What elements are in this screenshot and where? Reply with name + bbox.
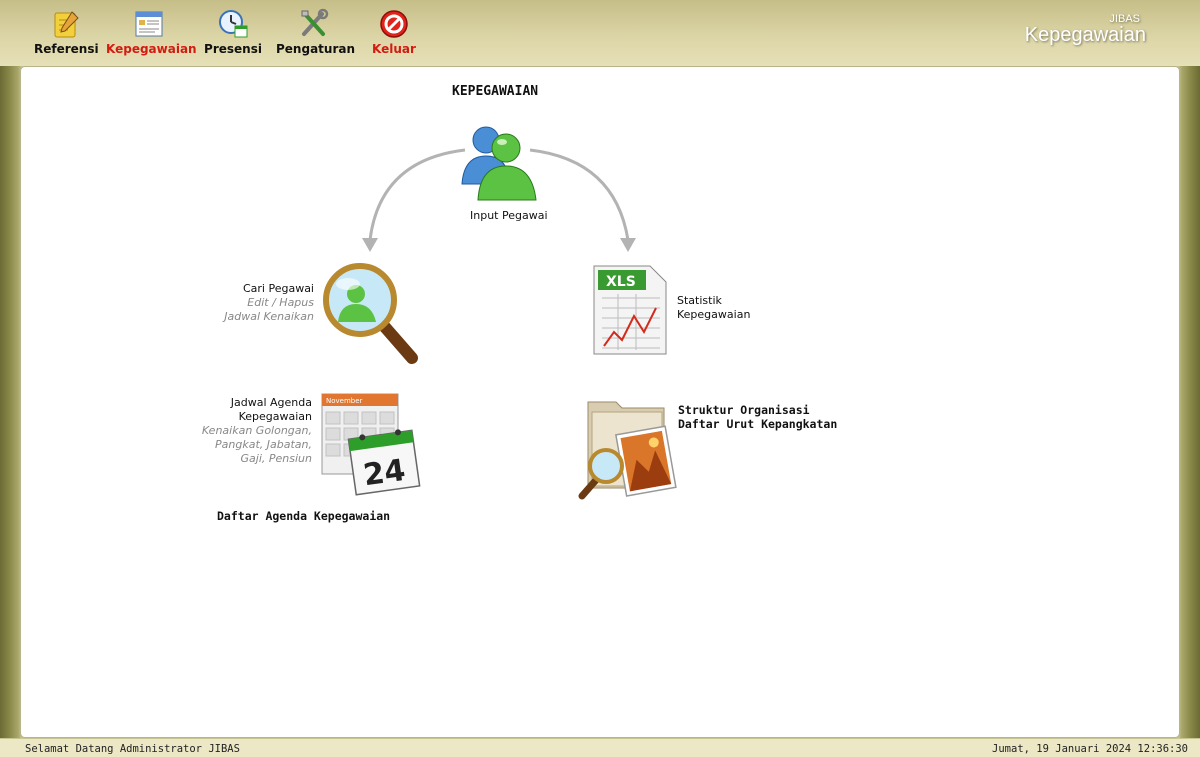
clock-calendar-icon — [219, 10, 248, 38]
input-pegawai-label: Input Pegawai — [470, 209, 548, 222]
nav-keluar[interactable]: Keluar — [368, 8, 420, 56]
search-magnifier-icon[interactable] — [318, 260, 422, 370]
notepad-pencil-icon — [54, 11, 79, 38]
jadwal-sub2: Pangkat, Jabatan, — [215, 438, 312, 451]
daftar-agenda-link[interactable]: Daftar Agenda Kepegawaian — [217, 509, 390, 523]
input-pegawai-link[interactable]: Input Pegawai — [456, 120, 548, 230]
datetime-text: Jumat, 19 Januari 2024 12:36:30 — [992, 743, 1188, 755]
app-brand: JIBAS Kepegawaian — [1024, 13, 1146, 47]
nav-kepegawaian[interactable]: Kepegawaian — [106, 8, 197, 56]
users-icon — [461, 126, 537, 201]
status-bar: Selamat Datang Administrator JIBAS Jumat… — [0, 738, 1200, 757]
welcome-text: Selamat Datang Administrator JIBAS — [25, 743, 240, 755]
struktur-line2: Daftar Urut Kepangkatan — [678, 417, 838, 431]
cari-pegawai-sub1: Edit / Hapus — [247, 296, 314, 309]
cari-pegawai-title[interactable]: Cari Pegawai — [224, 282, 314, 296]
struktur-text[interactable]: Struktur Organisasi Daftar Urut Kepangka… — [678, 403, 837, 431]
xls-spreadsheet-icon[interactable]: XLS — [590, 262, 670, 358]
calendar-month: November — [326, 397, 363, 405]
jadwal-sub3: Gaji, Pensiun — [240, 452, 312, 465]
no-entry-icon — [380, 10, 408, 38]
jadwal-line2[interactable]: Kepegawaian — [196, 410, 312, 424]
calendar-icon[interactable]: November 24 — [318, 390, 426, 500]
tools-icon — [301, 8, 329, 36]
statistik-line2: Kepegawaian — [677, 308, 751, 321]
nav-pengaturan[interactable]: Pengaturan — [276, 8, 355, 56]
form-list-icon — [135, 11, 163, 37]
jadwal-agenda-text: Jadwal Agenda Kepegawaian Kenaikan Golon… — [196, 396, 312, 466]
calendar-day: 24 — [361, 453, 407, 493]
cari-pegawai-sub2: Jadwal Kenaikan — [224, 310, 314, 323]
struktur-line1: Struktur Organisasi — [678, 403, 810, 417]
statistik-line1: Statistik — [677, 294, 722, 307]
folder-photo-search-icon[interactable] — [576, 396, 680, 506]
xls-text: XLS — [606, 274, 636, 290]
nav-referensi[interactable]: Referensi — [34, 8, 99, 56]
jadwal-sub1: Kenaikan Golongan, — [201, 424, 312, 437]
cari-pegawai-text: Cari Pegawai Edit / Hapus Jadwal Kenaika… — [224, 282, 314, 324]
page-title: KEPEGAWAIAN — [452, 84, 539, 99]
jadwal-line1[interactable]: Jadwal Agenda — [196, 396, 312, 410]
nav-presensi[interactable]: Presensi — [204, 8, 262, 56]
top-menu-bar: Referensi Kepegawaian Presensi Pengatura… — [0, 0, 1200, 66]
statistik-text[interactable]: Statistik Kepegawaian — [677, 294, 750, 322]
